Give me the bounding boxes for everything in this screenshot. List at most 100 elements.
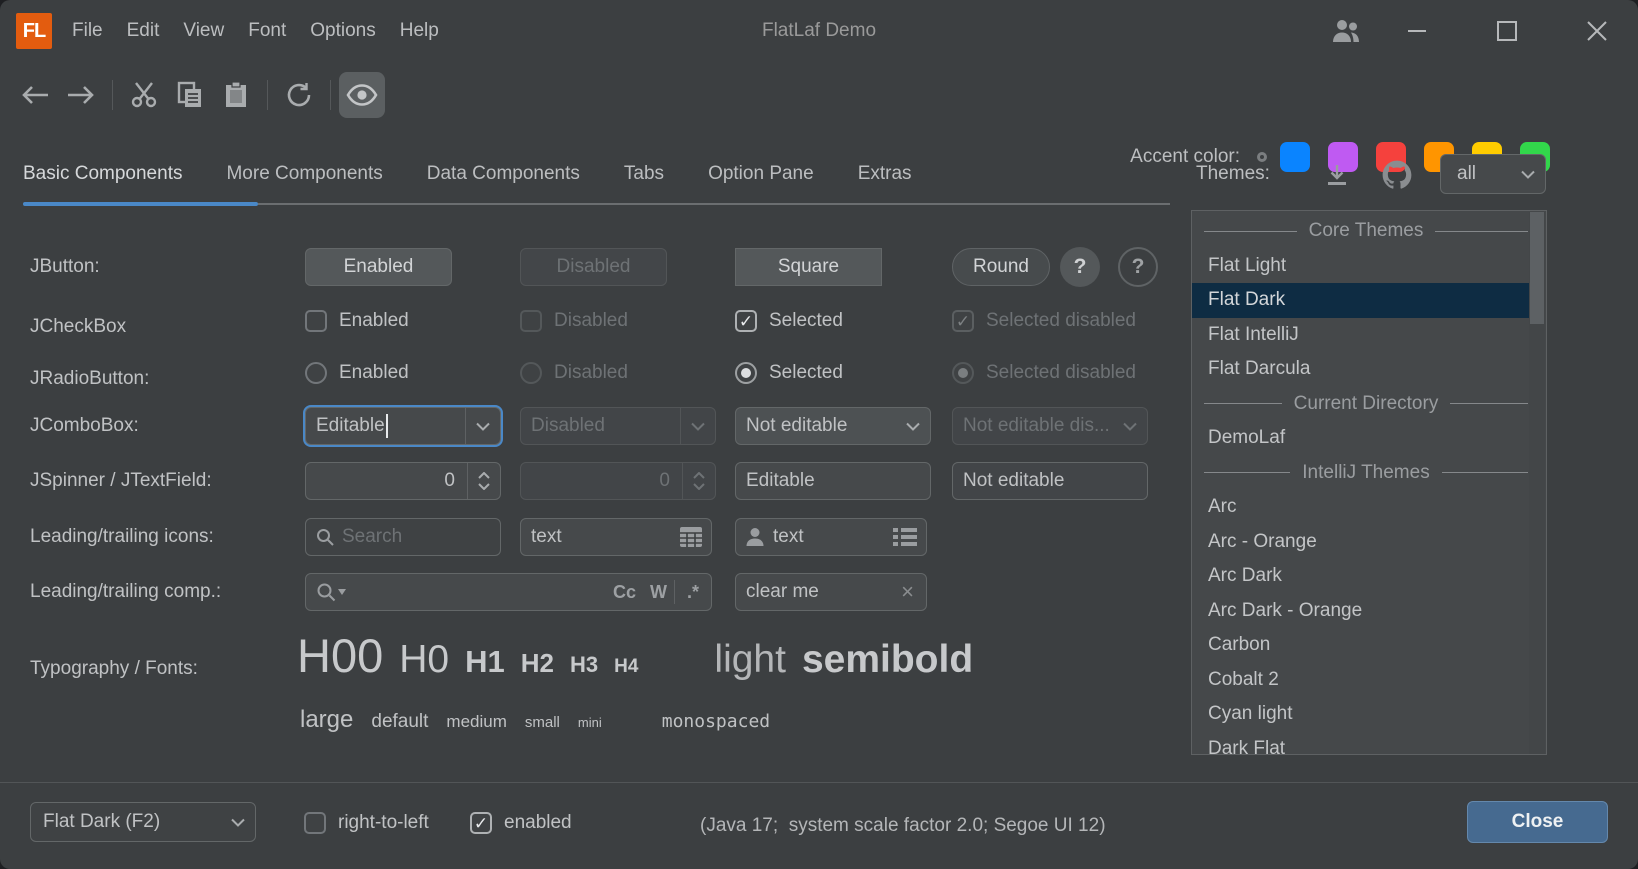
download-icon[interactable] — [1320, 158, 1354, 192]
tab-data-components[interactable]: Data Components — [405, 150, 602, 198]
textfield-leading-user[interactable]: text — [735, 518, 927, 556]
enabled-button[interactable]: Enabled — [305, 248, 452, 286]
chevron-down-icon — [1113, 408, 1147, 444]
regex-button[interactable]: .* — [675, 582, 711, 603]
themes-list: Core Themes Flat Light Flat Dark Flat In… — [1191, 210, 1547, 755]
minimize-button[interactable] — [1386, 0, 1448, 62]
menu-options[interactable]: Options — [298, 0, 387, 62]
copy-icon[interactable] — [167, 72, 213, 118]
chevron-down-icon[interactable] — [896, 408, 930, 444]
table-icon[interactable] — [679, 526, 711, 548]
forward-icon[interactable] — [58, 72, 104, 118]
tab-tabs[interactable]: Tabs — [602, 150, 686, 198]
theme-item-arc[interactable]: Arc — [1192, 490, 1546, 525]
radio-selected-icon — [952, 362, 974, 384]
match-case-button[interactable]: Cc — [606, 582, 643, 603]
checkbox-enabled[interactable]: Enabled — [305, 308, 409, 334]
themes-filter-combobox[interactable]: all — [1440, 154, 1546, 194]
show-hidden-eye-icon[interactable] — [339, 72, 385, 118]
right-to-left-checkbox[interactable]: right-to-left — [304, 810, 429, 836]
scrollbar-thumb[interactable] — [1530, 212, 1544, 324]
maximize-button[interactable] — [1476, 0, 1538, 62]
chevron-down-icon[interactable] — [221, 803, 255, 841]
spinner-arrows[interactable] — [467, 463, 500, 499]
monospaced-sample: monospaced — [662, 711, 770, 732]
github-icon[interactable] — [1380, 158, 1414, 192]
tab-more-components[interactable]: More Components — [204, 150, 404, 198]
tab-extras[interactable]: Extras — [836, 150, 934, 198]
search-field[interactable]: Search — [305, 518, 501, 556]
paste-icon[interactable] — [213, 72, 259, 118]
help-button-filled[interactable]: ? — [1060, 247, 1100, 287]
checkbox-checked-icon[interactable]: ✓ — [470, 812, 492, 834]
checkbox-selected[interactable]: ✓ Selected — [735, 308, 843, 334]
theme-item-flat-dark-selected[interactable]: Flat Dark — [1192, 283, 1529, 318]
textfield-not-editable: Not editable — [952, 462, 1148, 500]
theme-item-flat-intellij[interactable]: Flat IntelliJ — [1192, 318, 1546, 353]
text-caret — [386, 414, 388, 438]
whole-word-button[interactable]: W — [643, 582, 674, 603]
enabled-checkbox[interactable]: ✓ enabled — [470, 810, 572, 836]
radio-selected[interactable]: Selected — [735, 360, 843, 386]
toolbar: Accent color: — [0, 62, 1638, 128]
cut-icon[interactable] — [121, 72, 167, 118]
menu-edit[interactable]: Edit — [115, 0, 172, 62]
back-icon[interactable] — [12, 72, 58, 118]
close-button[interactable]: Close — [1467, 801, 1608, 843]
theme-group-current-directory: Current Directory — [1192, 387, 1546, 422]
theme-item-flat-light[interactable]: Flat Light — [1192, 249, 1546, 284]
theme-item-dark-flat[interactable]: Dark Flat — [1192, 732, 1546, 756]
clear-icon[interactable]: × — [901, 579, 926, 605]
theme-item-arc-dark-orange[interactable]: Arc Dark - Orange — [1192, 594, 1546, 629]
square-button[interactable]: Square — [735, 248, 882, 286]
themes-scrollbar[interactable] — [1529, 212, 1545, 755]
help-button-outlined[interactable]: ? — [1118, 247, 1158, 287]
theme-item-arc-orange[interactable]: Arc - Orange — [1192, 525, 1546, 560]
users-icon[interactable] — [1316, 0, 1378, 62]
jradiobutton-row-label: JRadioButton: — [30, 360, 149, 398]
selected-tab-indicator — [23, 202, 258, 206]
checkbox-unchecked-icon[interactable] — [305, 310, 327, 332]
theme-item-arc-dark[interactable]: Arc Dark — [1192, 559, 1546, 594]
list-icon[interactable] — [893, 528, 926, 546]
textfield-editable[interactable]: Editable — [735, 462, 931, 500]
chevron-down-icon[interactable] — [1511, 155, 1545, 193]
checkbox-unchecked-icon[interactable] — [304, 812, 326, 834]
menu-file[interactable]: File — [60, 0, 115, 62]
spinner-enabled[interactable]: 0 — [305, 462, 501, 500]
refresh-icon[interactable] — [276, 72, 322, 118]
search-with-dropdown-icon[interactable] — [306, 582, 352, 602]
tab-option-pane[interactable]: Option Pane — [686, 150, 836, 198]
search-field-with-options[interactable]: Cc W .* — [305, 573, 712, 611]
menu-help[interactable]: Help — [388, 0, 451, 62]
clearable-field[interactable]: clear me × — [735, 573, 927, 611]
menubar: File Edit View Font Options Help — [60, 0, 451, 62]
menu-font[interactable]: Font — [236, 0, 298, 62]
theme-item-cyan-light[interactable]: Cyan light — [1192, 697, 1546, 732]
textfield-trailing-table[interactable]: text — [520, 518, 712, 556]
medium-sample: medium — [446, 712, 506, 732]
jcombobox-row-label: JComboBox: — [30, 407, 139, 445]
radio-enabled[interactable]: Enabled — [305, 360, 409, 386]
app-logo-icon[interactable]: FL — [16, 13, 52, 49]
spinner-arrows — [682, 463, 715, 499]
radio-icon[interactable] — [305, 362, 327, 384]
close-icon[interactable] — [1566, 0, 1628, 62]
checkbox-checked-icon[interactable]: ✓ — [735, 310, 757, 332]
theme-item-carbon[interactable]: Carbon — [1192, 628, 1546, 663]
tab-basic-components[interactable]: Basic Components — [23, 150, 204, 198]
radio-selected-icon[interactable] — [735, 362, 757, 384]
combobox-editable[interactable]: Editable — [305, 407, 501, 445]
menu-view[interactable]: View — [171, 0, 236, 62]
laf-combobox[interactable]: Flat Dark (F2) — [30, 802, 256, 842]
round-button[interactable]: Round — [952, 248, 1050, 286]
chevron-down-icon[interactable] — [466, 408, 500, 444]
accent-swatch-blue[interactable] — [1280, 142, 1310, 172]
light-weight-sample: light — [714, 638, 786, 682]
jspinner-row-label: JSpinner / JTextField: — [30, 462, 212, 500]
combobox-not-editable[interactable]: Not editable — [735, 407, 931, 445]
theme-item-flat-darcula[interactable]: Flat Darcula — [1192, 352, 1546, 387]
theme-item-cobalt-2[interactable]: Cobalt 2 — [1192, 663, 1546, 698]
theme-item-demolaf[interactable]: DemoLaf — [1192, 421, 1546, 456]
toolbar-separator — [330, 80, 331, 110]
